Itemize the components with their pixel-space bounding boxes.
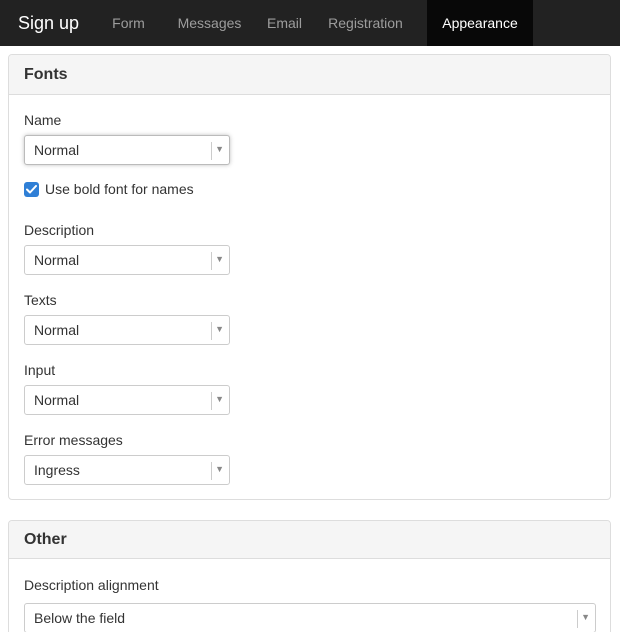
texts-label: Texts: [24, 292, 57, 308]
select-divider: [211, 392, 212, 410]
error-messages-label: Error messages: [24, 432, 123, 448]
description-alignment-label: Description alignment: [24, 577, 159, 593]
caret-down-icon: ▼: [215, 394, 224, 404]
caret-down-icon: ▼: [215, 464, 224, 474]
name-label: Name: [24, 112, 62, 128]
other-panel: Other Description alignment Below the fi…: [8, 520, 611, 632]
name-font-value: Normal: [34, 142, 80, 158]
select-divider: [211, 462, 212, 480]
tab-appearance[interactable]: Appearance: [427, 0, 533, 46]
select-divider: [211, 252, 212, 270]
fonts-panel: Fonts Name Normal ▼ Use bold font for na…: [8, 54, 611, 500]
select-divider: [211, 322, 212, 340]
error-messages-font-value: Ingress: [34, 462, 80, 478]
other-panel-title: Other: [9, 521, 610, 559]
brand-title[interactable]: Sign up: [0, 0, 98, 46]
caret-down-icon: ▼: [215, 144, 224, 154]
caret-down-icon: ▼: [215, 324, 224, 334]
caret-down-icon: ▼: [581, 612, 590, 622]
bold-names-label: Use bold font for names: [45, 181, 194, 197]
bold-names-checkbox-row[interactable]: Use bold font for names: [24, 181, 194, 197]
tab-email[interactable]: Email: [257, 0, 312, 46]
checkmark-icon: [26, 184, 37, 193]
name-font-select[interactable]: Normal ▼: [24, 135, 230, 165]
description-alignment-select[interactable]: Below the field ▼: [24, 603, 596, 632]
top-navbar: Sign up Form Messages Email Registration…: [0, 0, 620, 46]
texts-font-value: Normal: [34, 322, 80, 338]
tab-form[interactable]: Form: [98, 0, 159, 46]
nav-tabs: Form Messages Email Registration Appeara…: [98, 0, 533, 46]
description-alignment-value: Below the field: [34, 610, 126, 626]
input-font-value: Normal: [34, 392, 80, 408]
caret-down-icon: ▼: [215, 254, 224, 264]
input-font-select[interactable]: Normal ▼: [24, 385, 230, 415]
tab-messages[interactable]: Messages: [162, 0, 257, 46]
input-label: Input: [24, 362, 56, 378]
select-divider: [577, 610, 578, 628]
select-divider: [211, 142, 212, 160]
fonts-panel-title: Fonts: [9, 55, 610, 95]
error-messages-font-select[interactable]: Ingress ▼: [24, 455, 230, 485]
bold-names-checkbox[interactable]: [24, 181, 39, 197]
description-font-select[interactable]: Normal ▼: [24, 245, 230, 275]
description-font-value: Normal: [34, 252, 80, 268]
tab-registration[interactable]: Registration: [312, 0, 419, 46]
description-label: Description: [24, 222, 95, 238]
texts-font-select[interactable]: Normal ▼: [24, 315, 230, 345]
